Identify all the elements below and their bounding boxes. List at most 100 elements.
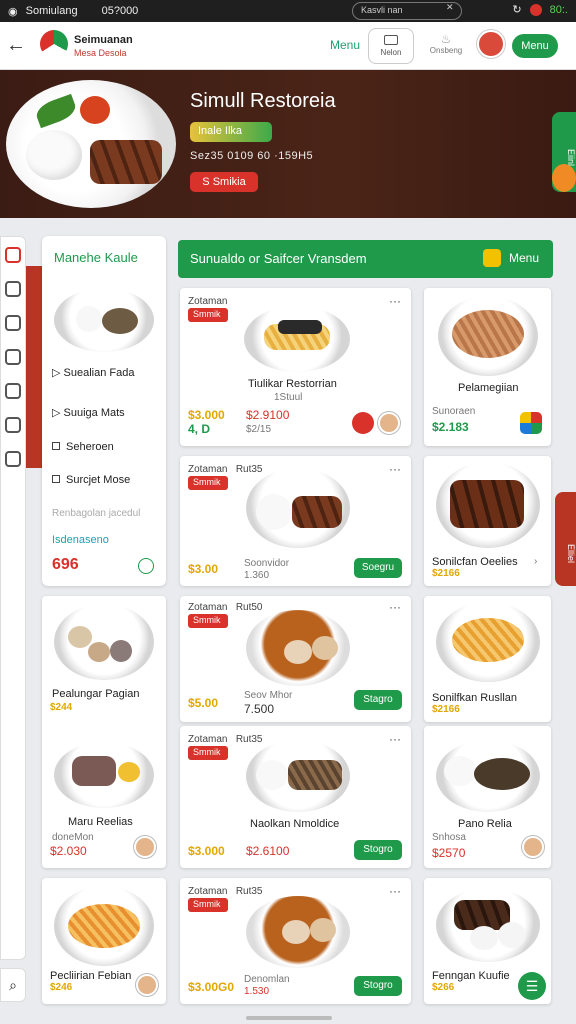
card-price: $3.000 [188,408,225,422]
menu-card[interactable]: Sonilfkan Rusllan $2166 [424,596,551,722]
card-price: $266 [432,982,455,993]
menu-card[interactable]: Pelamegiian Sunoraen $2.183 [424,288,551,446]
card-price: $2166 [432,568,460,579]
mail-icon[interactable] [5,315,21,331]
check-icon[interactable] [5,247,21,263]
card-rating: 4, D [188,422,211,436]
filter-link[interactable]: Isdenaseno [52,534,109,546]
more-icon[interactable]: ··· [389,732,401,746]
back-arrow-icon[interactable]: ← [6,34,26,57]
edit-icon[interactable] [552,164,576,192]
card-badge: Smmik [188,476,228,490]
caret-icon: ▷ [52,367,64,379]
filter-value: 696 [52,556,79,573]
hero-banner: Simull Restoreia Inale Ilka Sez35 0109 6… [0,70,576,218]
noodles [68,904,140,948]
people-icon[interactable] [5,281,21,297]
card-price: $244 [50,702,73,713]
menu-card[interactable]: Zotaman Rut35 Smmik ··· Naolkan Nmoldice… [180,726,411,868]
group-icon[interactable] [5,383,21,399]
rail-accent [26,266,42,468]
menu-card[interactable]: Pano Relia Snhosa $2570 [424,726,551,868]
more-icon[interactable]: ··· [389,294,401,308]
order-button[interactable]: Soegru [354,558,402,578]
menu-card[interactable]: Zotaman Rut50 Smmik ··· Seov Mhor $5.00 … [180,596,411,722]
order-button[interactable]: Stagro [354,690,402,710]
filter-item[interactable]: Surcjet Mose [52,474,130,486]
dumpling [282,920,310,944]
menu-card[interactable]: Sonilcfan Oeelies › $2166 [424,456,551,586]
hero-food-rice [26,130,82,180]
user-avatar[interactable] [136,974,158,996]
filter-item[interactable]: ▷ Suuiga Mats [52,406,125,419]
brand-logo [40,30,68,58]
brand-name: Seimuanan [74,34,133,46]
banner-menu-link[interactable]: Menu [509,251,539,265]
menu-card[interactable]: Pealungar Pagian $244 Maru Reelias doneM… [42,596,166,868]
filter-label: Suuiga Mats [63,407,125,419]
filter-label: Suealian Fada [63,367,135,379]
status-bar: ◉ Somiulang 05?000 Kasvli nan ✕ ↻ 80:. [0,0,576,22]
dumpling [312,636,338,660]
card-title: Naolkan Nmoldice [250,818,340,830]
checkbox[interactable] [52,442,60,450]
card-subtitle: 1Stuul [274,392,303,403]
noodles [452,618,524,662]
clear-icon[interactable]: ✕ [446,2,462,20]
hero-food-image [6,80,176,208]
card-subtitle: doneMon [52,832,94,843]
home-indicator [246,1016,332,1020]
restaurant-avatar[interactable] [352,412,374,434]
menu-link[interactable]: Menu [330,38,360,52]
hero-action-button[interactable]: S Smikia [190,172,258,192]
rice [76,306,102,332]
search-icon[interactable]: ⌕ [0,968,26,1002]
card-tag: Zotaman Rut50 [188,602,263,613]
share-icon[interactable] [5,417,21,433]
order-button[interactable]: Stogro [354,976,402,996]
card-price: $5.00 [188,696,219,710]
menu-card[interactable]: Zotaman Rut35 Smmik ··· Denomlan $3.00G0… [180,878,411,1004]
grid-icon[interactable] [5,451,21,467]
card-badge: Smmik [188,898,228,912]
ongoing-label: Onsbeng [429,46,463,55]
card-price: $3.00G0 [188,980,235,994]
user-avatar[interactable] [134,836,156,858]
banner-title: Sunualdo or Saifcer Vransdem [190,251,367,266]
checkbox[interactable] [52,475,60,483]
filter-item[interactable]: ▷ Suealian Fada [52,366,134,379]
user-avatar[interactable] [378,412,400,434]
more-icon[interactable]: ··· [389,462,401,476]
user-icon[interactable] [5,349,21,365]
chevron-right-icon[interactable]: › [534,556,537,567]
card-price: $2570 [432,846,466,860]
menu-card[interactable]: Zotaman Rut35 Smmik ··· Soonvidor $3.00 … [180,456,411,586]
more-icon[interactable]: ··· [389,600,401,614]
side-tab-right[interactable]: Elliel [555,492,576,586]
caret-icon: ▷ [52,407,64,419]
order-button[interactable]: Stogro [354,840,402,860]
card-price: $2166 [432,704,460,715]
menu-card[interactable]: Zotaman Smmik ··· Tiulikar Restorrian 1S… [180,288,411,446]
orders-button[interactable]: Nelon [368,28,414,64]
meat [450,480,524,528]
card-title: Pealungar Pagian [52,688,140,700]
ongoing-button[interactable]: ♨ Onsbeng [424,32,468,55]
user-avatar[interactable] [522,836,544,858]
filter-item[interactable]: Seheroen [52,441,114,453]
share-icon[interactable] [520,412,542,434]
card-badge: Smmik [188,614,228,628]
filter-label: Surcjet Mose [66,474,131,486]
notification-icon[interactable] [529,3,542,16]
bun [498,922,526,948]
more-icon[interactable]: ··· [389,884,401,898]
card-old-price: $2.6100 [246,844,290,858]
clock-icon[interactable] [138,558,154,574]
menu-button[interactable]: Menu [512,34,558,58]
user-avatar[interactable] [477,30,505,58]
refresh-icon[interactable]: ↻ [512,3,521,16]
dumpling [284,640,312,664]
menu-card[interactable]: Pecliirian Febian $246 [42,878,166,1004]
chat-fab-icon[interactable]: ☰ [518,972,546,1000]
status-label: Somiulang [25,5,78,17]
